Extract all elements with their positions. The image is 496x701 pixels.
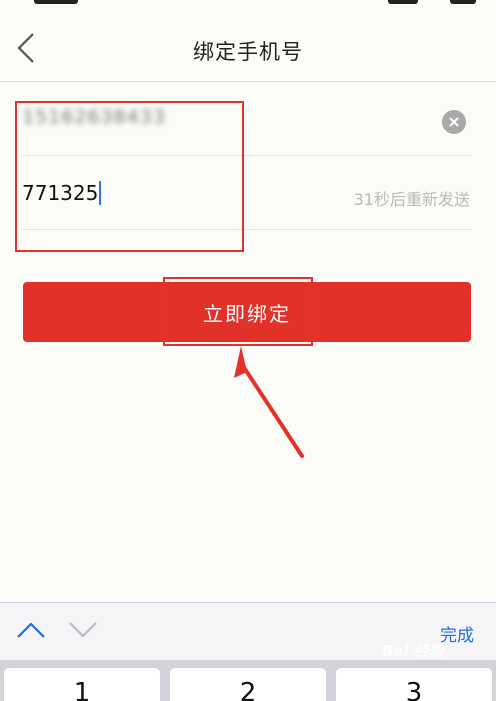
- code-row: 771325 31秒后重新发送: [22, 156, 472, 230]
- chevron-down-icon: [69, 622, 97, 638]
- numeric-keypad: 1 2 3: [0, 660, 496, 701]
- form-divider: [22, 230, 472, 232]
- phone-row: 15162638433: [22, 82, 472, 156]
- verification-code-input[interactable]: 771325: [22, 176, 102, 210]
- nav-bar: 绑定手机号: [0, 14, 496, 82]
- phone-number-field[interactable]: 15162638433: [22, 106, 166, 128]
- verification-code-value: 771325: [22, 181, 99, 205]
- chevron-up-icon: [17, 622, 45, 638]
- status-time-fragment: [34, 0, 78, 4]
- keyboard-done-button[interactable]: 完成: [440, 621, 474, 646]
- annotation-arrow: [234, 346, 304, 458]
- page-title: 绑定手机号: [193, 40, 303, 64]
- clear-phone-button[interactable]: [442, 110, 466, 134]
- clear-icon: [449, 117, 459, 127]
- status-bar: [0, 0, 496, 14]
- next-field-button[interactable]: [68, 620, 98, 644]
- status-battery-fragment: [450, 0, 476, 4]
- previous-field-button[interactable]: [16, 620, 46, 644]
- text-caret: [99, 181, 102, 205]
- keyboard-toolbar: 完成: [0, 602, 496, 660]
- key-2[interactable]: 2: [170, 668, 326, 701]
- resend-countdown: 31秒后重新发送: [353, 190, 470, 209]
- bind-now-label: 立即绑定: [203, 301, 291, 326]
- status-signal-fragment: [388, 0, 418, 4]
- bind-now-button[interactable]: 立即绑定: [23, 282, 471, 342]
- key-3[interactable]: 3: [336, 668, 492, 701]
- key-1[interactable]: 1: [4, 668, 160, 701]
